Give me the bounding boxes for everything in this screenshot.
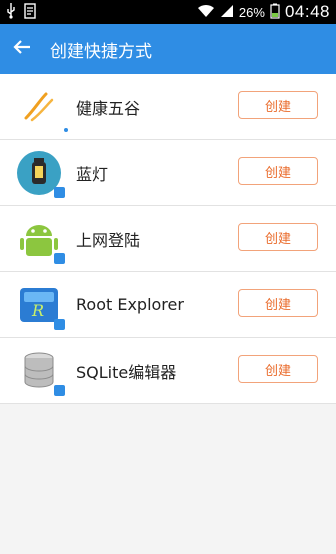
root-explorer-icon: R (16, 282, 65, 330)
status-bar: 26% 04:48 (0, 0, 336, 24)
file-icon (24, 3, 36, 24)
create-button[interactable]: 创建 (238, 91, 318, 119)
database-icon (16, 348, 65, 396)
lantern-icon (16, 150, 65, 198)
svg-text:R: R (31, 301, 44, 320)
app-list: 健康五谷 创建 蓝灯 创建 上网登陆 创建 R Root Explorer 创建… (0, 74, 336, 404)
list-item: SQLite编辑器 创建 (0, 338, 336, 404)
battery-icon (270, 3, 280, 22)
status-dot (64, 127, 68, 132)
create-button[interactable]: 创建 (238, 157, 318, 185)
android-icon (16, 216, 65, 264)
usb-icon (6, 3, 16, 24)
list-item: 蓝灯 创建 (0, 140, 336, 206)
create-button[interactable]: 创建 (238, 223, 318, 251)
create-button[interactable]: 创建 (238, 355, 318, 383)
signal-icon (220, 4, 234, 21)
arrow-left-icon (13, 39, 31, 59)
grain-icon (16, 84, 68, 132)
create-button[interactable]: 创建 (238, 289, 318, 317)
list-item: 上网登陆 创建 (0, 206, 336, 272)
list-item: 健康五谷 创建 (0, 74, 336, 140)
status-time: 04:48 (284, 2, 330, 21)
page-title: 创建快捷方式 (50, 41, 152, 62)
shortcut-badge (54, 186, 65, 198)
shortcut-badge (54, 318, 65, 330)
battery-percentage: 26% (238, 4, 265, 20)
shortcut-badge (54, 252, 65, 264)
list-item: R Root Explorer 创建 (0, 272, 336, 338)
shortcut-badge (54, 384, 65, 396)
back-button[interactable] (0, 24, 44, 74)
wifi-icon (197, 4, 215, 21)
app-bar: 创建快捷方式 (0, 24, 336, 74)
